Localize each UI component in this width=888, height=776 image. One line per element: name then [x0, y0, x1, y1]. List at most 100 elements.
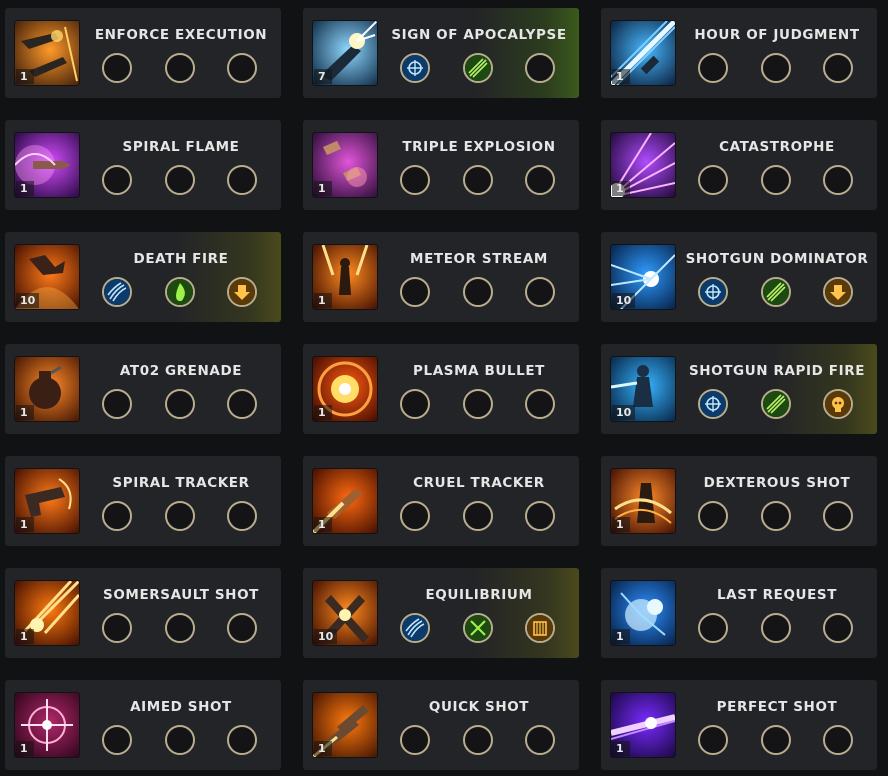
skill-card-enforce-execution[interactable]: 1 ENFORCE EXECUTION	[5, 8, 281, 98]
skill-card-meteor-stream[interactable]: 1 METEOR STREAM	[303, 232, 579, 322]
empty-rune-slot[interactable]	[102, 501, 132, 531]
empty-rune-slot[interactable]	[400, 165, 430, 195]
blue-gun-skill-icon[interactable]: 7	[313, 21, 377, 85]
blue-beam-skill-icon[interactable]: 1	[611, 21, 675, 85]
empty-rune-slot[interactable]	[463, 277, 493, 307]
guns-skill-icon[interactable]: 1	[15, 21, 79, 85]
skill-card-catastrophe[interactable]: 1 CATASTROPHE	[601, 120, 877, 210]
empty-rune-slot[interactable]	[761, 53, 791, 83]
pink-bullets-skill-icon[interactable]: 1	[313, 133, 377, 197]
blue-claw-rune-icon[interactable]	[102, 277, 132, 307]
empty-rune-slot[interactable]	[463, 725, 493, 755]
empty-rune-slot[interactable]	[698, 165, 728, 195]
green-slash-rune-icon[interactable]	[761, 277, 791, 307]
empty-rune-slot[interactable]	[227, 165, 257, 195]
crossed-guns-skill-icon[interactable]: 10	[313, 581, 377, 645]
empty-rune-slot[interactable]	[400, 389, 430, 419]
purple-bullet-skill-icon[interactable]: 1	[15, 133, 79, 197]
empty-rune-slot[interactable]	[400, 277, 430, 307]
empty-rune-slot[interactable]	[102, 53, 132, 83]
skill-card-shotgun-rapid-fire[interactable]: 10 SHOTGUN RAPID FIRE	[601, 344, 877, 434]
empty-rune-slot[interactable]	[463, 389, 493, 419]
empty-rune-slot[interactable]	[102, 725, 132, 755]
empty-rune-slot[interactable]	[102, 389, 132, 419]
pink-star-skill-icon[interactable]: 1	[15, 693, 79, 757]
blue-claw-rune-icon[interactable]	[400, 613, 430, 643]
fire-bullet-skill-icon[interactable]: 1	[313, 469, 377, 533]
skill-card-aimed-shot[interactable]: 1 AIMED SHOT	[5, 680, 281, 770]
empty-rune-slot[interactable]	[227, 389, 257, 419]
empty-rune-slot[interactable]	[165, 389, 195, 419]
purple-rays-skill-icon[interactable]: 1	[611, 133, 675, 197]
blue-burst-skill-icon[interactable]: 10	[611, 245, 675, 309]
empty-rune-slot[interactable]	[525, 389, 555, 419]
empty-rune-slot[interactable]	[525, 725, 555, 755]
empty-rune-slot[interactable]	[227, 53, 257, 83]
empty-rune-slot[interactable]	[761, 613, 791, 643]
skill-card-hour-of-judgment[interactable]: 1 HOUR OF JUDGMENT	[601, 8, 877, 98]
skill-card-cruel-tracker[interactable]: 1 CRUEL TRACKER	[303, 456, 579, 546]
fire-streaks-skill-icon[interactable]: 1	[15, 581, 79, 645]
skill-card-death-fire[interactable]: 10 DEATH FIRE	[5, 232, 281, 322]
empty-rune-slot[interactable]	[102, 613, 132, 643]
orange-down-rune-icon[interactable]	[227, 277, 257, 307]
skill-card-equilibrium[interactable]: 10 EQUILIBRIUM	[303, 568, 579, 658]
skill-card-sign-of-apocalypse[interactable]: 7 SIGN OF APOCALYPSE	[303, 8, 579, 98]
empty-rune-slot[interactable]	[165, 501, 195, 531]
grenade-skill-icon[interactable]: 1	[15, 357, 79, 421]
green-cross-rune-icon[interactable]	[463, 613, 493, 643]
skill-card-spiral-flame[interactable]: 1 SPIRAL FLAME	[5, 120, 281, 210]
skill-card-somersault-shot[interactable]: 1 SOMERSAULT SHOT	[5, 568, 281, 658]
revolver-skill-icon[interactable]: 1	[15, 469, 79, 533]
orange-gate-rune-icon[interactable]	[525, 613, 555, 643]
violet-shot-skill-icon[interactable]: 1	[611, 693, 675, 757]
skill-card-perfect-shot[interactable]: 1 PERFECT SHOT	[601, 680, 877, 770]
skill-card-dexterous-shot[interactable]: 1 DEXTEROUS SHOT	[601, 456, 877, 546]
empty-rune-slot[interactable]	[525, 277, 555, 307]
empty-rune-slot[interactable]	[761, 501, 791, 531]
skill-card-plasma-bullet[interactable]: 1 PLASMA BULLET	[303, 344, 579, 434]
empty-rune-slot[interactable]	[102, 165, 132, 195]
empty-rune-slot[interactable]	[165, 725, 195, 755]
empty-rune-slot[interactable]	[227, 613, 257, 643]
blue-crosshair-rune-icon[interactable]	[698, 389, 728, 419]
empty-rune-slot[interactable]	[698, 53, 728, 83]
skill-card-quick-shot[interactable]: 1 QUICK SHOT	[303, 680, 579, 770]
empty-rune-slot[interactable]	[525, 165, 555, 195]
empty-rune-slot[interactable]	[400, 501, 430, 531]
empty-rune-slot[interactable]	[525, 501, 555, 531]
empty-rune-slot[interactable]	[698, 613, 728, 643]
empty-rune-slot[interactable]	[823, 725, 853, 755]
skill-card-at02-grenade[interactable]: 1 AT02 GRENADE	[5, 344, 281, 434]
skill-card-last-request[interactable]: 1 LAST REQUEST	[601, 568, 877, 658]
skill-card-spiral-tracker[interactable]: 1 SPIRAL TRACKER	[5, 456, 281, 546]
empty-rune-slot[interactable]	[463, 165, 493, 195]
empty-rune-slot[interactable]	[227, 501, 257, 531]
empty-rune-slot[interactable]	[165, 165, 195, 195]
empty-rune-slot[interactable]	[525, 53, 555, 83]
empty-rune-slot[interactable]	[823, 501, 853, 531]
skill-card-shotgun-dominator[interactable]: 10 SHOTGUN DOMINATOR	[601, 232, 877, 322]
empty-rune-slot[interactable]	[761, 725, 791, 755]
fire-hands-skill-icon[interactable]: 10	[15, 245, 79, 309]
blue-crosshair-rune-icon[interactable]	[400, 53, 430, 83]
skill-card-triple-explosion[interactable]: 1 TRIPLE EXPLOSION	[303, 120, 579, 210]
empty-rune-slot[interactable]	[823, 613, 853, 643]
empty-rune-slot[interactable]	[761, 165, 791, 195]
blue-figure-skill-icon[interactable]: 10	[611, 357, 675, 421]
empty-rune-slot[interactable]	[698, 725, 728, 755]
empty-rune-slot[interactable]	[165, 613, 195, 643]
fire-figure-skill-icon[interactable]: 1	[313, 245, 377, 309]
plasma-skill-icon[interactable]: 1	[313, 357, 377, 421]
empty-rune-slot[interactable]	[463, 501, 493, 531]
empty-rune-slot[interactable]	[823, 165, 853, 195]
empty-rune-slot[interactable]	[227, 725, 257, 755]
blue-crosshair-rune-icon[interactable]	[698, 277, 728, 307]
empty-rune-slot[interactable]	[698, 501, 728, 531]
fire-spin-skill-icon[interactable]: 1	[611, 469, 675, 533]
bullets-skill-icon[interactable]: 1	[313, 693, 377, 757]
blue-blast-skill-icon[interactable]: 1	[611, 581, 675, 645]
empty-rune-slot[interactable]	[165, 53, 195, 83]
orange-down-rune-icon[interactable]	[823, 277, 853, 307]
empty-rune-slot[interactable]	[823, 53, 853, 83]
